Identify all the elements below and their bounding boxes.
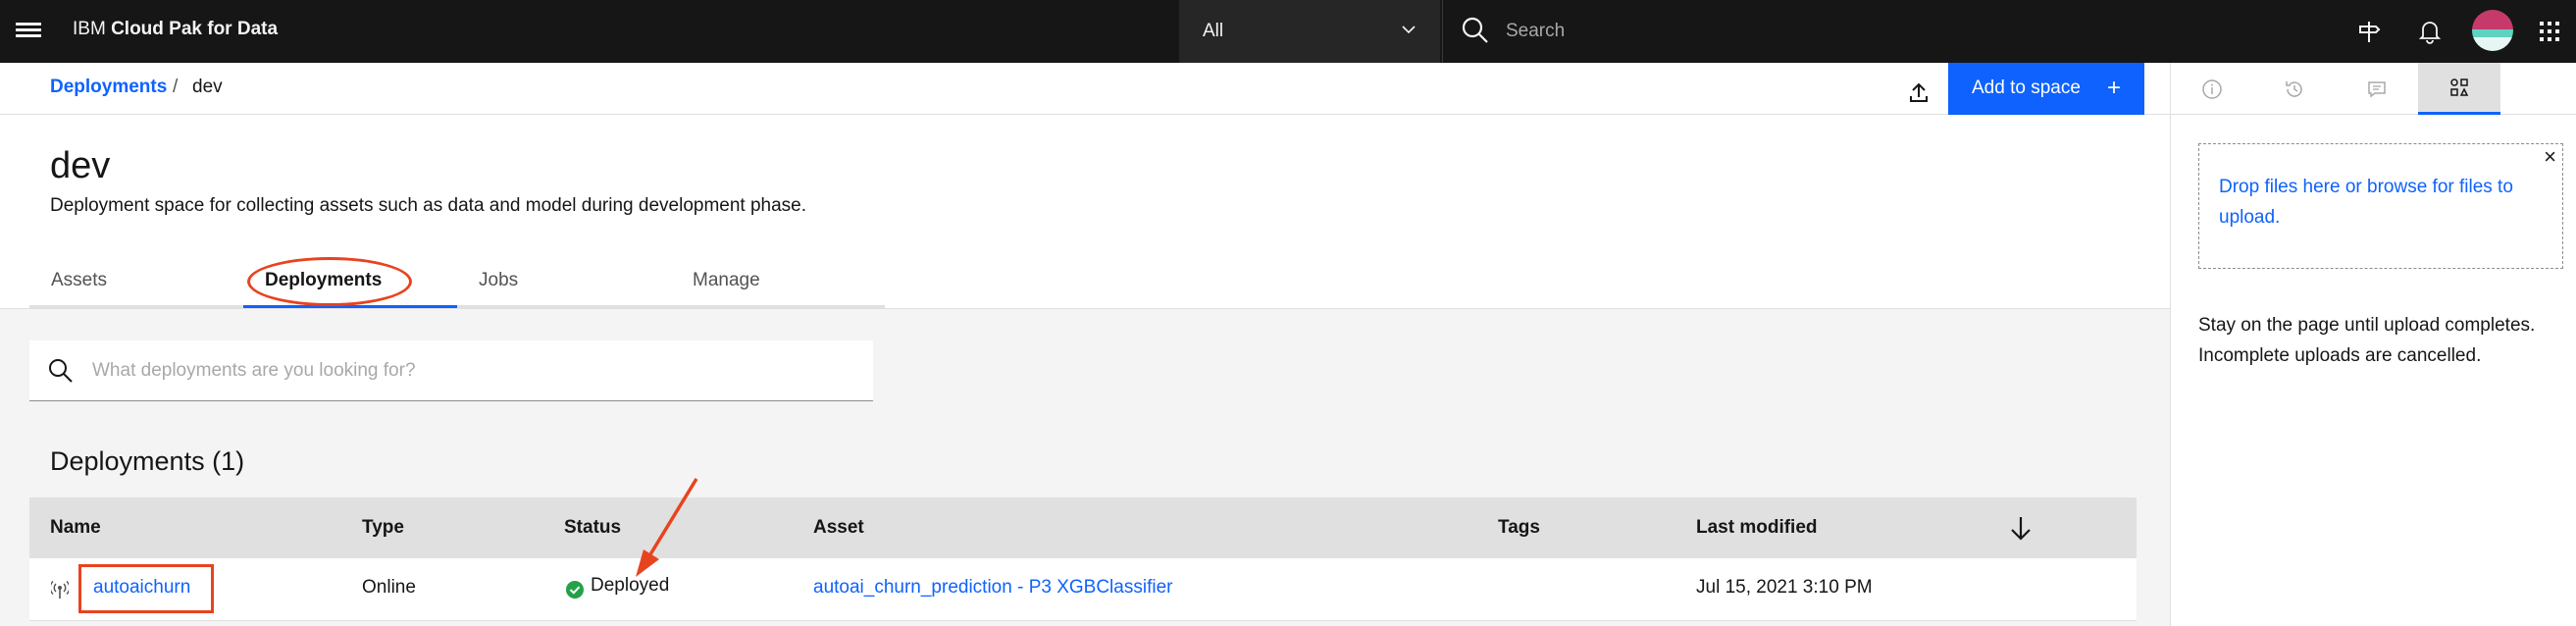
deployment-name-link[interactable]: autoaichurn <box>93 577 190 599</box>
app-switcher-icon[interactable] <box>2523 0 2576 63</box>
tab-label: Deployments <box>265 270 383 290</box>
deployments-count-title: Deployments (1) <box>50 446 245 476</box>
upload-note: Stay on the page until upload completes.… <box>2198 315 2536 366</box>
side-panel-tabs <box>2171 63 2576 115</box>
file-dropzone[interactable]: × Drop files here or browse for files to… <box>2198 143 2563 269</box>
column-header-tags[interactable]: Tags <box>1498 517 1540 539</box>
deployment-status: Deployed <box>591 575 670 596</box>
add-icon: + <box>2106 75 2121 101</box>
bell-icon <box>2418 22 2442 44</box>
breadcrumb-separator: / <box>173 77 179 97</box>
top-header: IBM Cloud Pak for Data All <box>0 0 2576 63</box>
column-header-status[interactable]: Status <box>564 517 621 539</box>
global-search-input[interactable] <box>1506 16 2291 47</box>
history-icon <box>2286 80 2302 97</box>
panel-tab-info[interactable] <box>2171 63 2253 115</box>
tab-label: Assets <box>51 270 108 290</box>
global-search <box>1442 0 2337 63</box>
dropzone-browse-link[interactable]: Drop files here or browse for files to u… <box>2219 172 2533 233</box>
deployment-online-icon <box>51 580 69 599</box>
search-scope-dropdown[interactable]: All <box>1179 0 1440 63</box>
whats-new-icon[interactable] <box>2339 0 2399 63</box>
add-to-space-label: Add to space <box>1972 78 2081 98</box>
avatar[interactable] <box>2472 10 2513 51</box>
tab-label: Jobs <box>479 270 519 290</box>
panel-tab-history[interactable] <box>2253 63 2336 115</box>
brand-prefix: IBM <box>73 19 112 39</box>
breadcrumb: Deployments / dev Add to space + <box>0 63 2170 115</box>
grid-icon <box>2540 22 2559 41</box>
data-assets-icon <box>2450 78 2469 96</box>
deployment-asset-link[interactable]: autoai_churn_prediction - P3 XGBClassifi… <box>813 577 1172 599</box>
deployments-panel: Deployments (1) Name Type Status Asset T… <box>0 308 2170 626</box>
notification-icon[interactable] <box>2399 0 2460 63</box>
tab-jobs[interactable]: Jobs <box>457 255 671 308</box>
product-name[interactable]: IBM Cloud Pak for Data <box>73 19 278 40</box>
search-icon <box>1462 17 1488 43</box>
table-header: Name Type Status Asset Tags Last modifie… <box>29 497 2137 558</box>
avatar-image <box>2472 10 2513 51</box>
scope-value: All <box>1203 21 1224 41</box>
deployment-type: Online <box>362 577 416 598</box>
panel-tab-data-assets[interactable] <box>2418 63 2500 115</box>
deployment-search <box>29 340 873 401</box>
space-tabs: Assets Deployments Jobs Manage <box>29 255 885 308</box>
side-panel: × Drop files here or browse for files to… <box>2170 63 2576 626</box>
info-icon <box>2202 78 2222 99</box>
chat-icon <box>2368 80 2386 97</box>
page-title: dev <box>50 145 111 186</box>
chevron-down-icon <box>1402 26 1416 34</box>
column-header-type[interactable]: Type <box>362 517 404 539</box>
breadcrumb-current: dev <box>192 77 223 97</box>
brand-name: Cloud Pak for Data <box>111 19 279 39</box>
checkmark-filled-icon <box>566 581 584 599</box>
column-header-name[interactable]: Name <box>50 517 101 539</box>
upload-icon[interactable] <box>1901 75 1936 110</box>
tab-deployments[interactable]: Deployments <box>243 255 457 308</box>
page-description: Deployment space for collecting assets s… <box>50 195 807 216</box>
column-header-asset[interactable]: Asset <box>813 517 864 539</box>
upload-arrow-icon <box>1910 82 1928 102</box>
menu-icon[interactable] <box>16 20 41 43</box>
breadcrumb-deployments-link[interactable]: Deployments <box>50 77 167 98</box>
tab-manage[interactable]: Manage <box>671 255 885 308</box>
close-icon[interactable]: × <box>2544 144 2556 170</box>
signpost-icon <box>2359 22 2381 42</box>
tab-assets[interactable]: Assets <box>29 255 243 308</box>
tab-label: Manage <box>693 270 760 290</box>
panel-tab-comments[interactable] <box>2336 63 2418 115</box>
add-to-space-button[interactable]: Add to space + <box>1948 63 2144 115</box>
deployment-last-modified: Jul 15, 2021 3:10 PM <box>1696 577 1873 598</box>
table-row[interactable]: autoaichurn Online Deployed autoai_churn… <box>29 558 2137 621</box>
sort-arrow-down-icon[interactable] <box>2007 513 2035 543</box>
deployment-search-input[interactable] <box>92 356 857 386</box>
search-icon <box>49 359 73 383</box>
column-header-last-modified[interactable]: Last modified <box>1696 517 1818 539</box>
